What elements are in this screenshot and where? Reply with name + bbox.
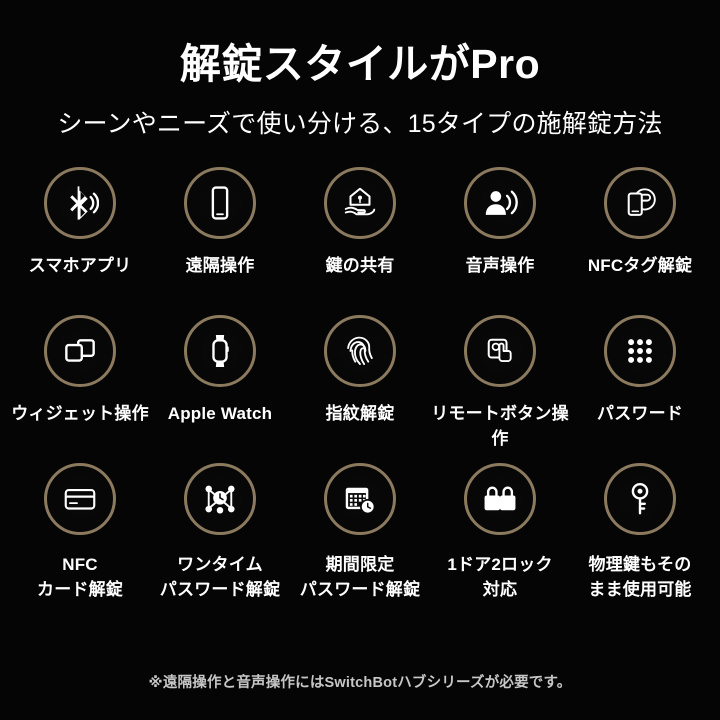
unlock-method-label: ワンタイム パスワード解錠 bbox=[159, 555, 281, 599]
promo-page: 解錠スタイルがPro シーンやニーズで使い分ける、15タイプの施解錠方法 スマホ… bbox=[0, 0, 720, 720]
icon-circle bbox=[44, 315, 116, 388]
icon-circle bbox=[44, 167, 116, 240]
unlock-method-label: NFCタグ解錠 bbox=[587, 256, 693, 276]
unlock-method-label: ウィジェット操作 bbox=[11, 404, 149, 424]
one-time-password-icon bbox=[205, 485, 235, 514]
unlock-method-label: 1ドア2ロック 対応 bbox=[447, 555, 553, 599]
unlock-method-label: パスワード bbox=[597, 404, 683, 424]
unlock-method-item: 遠隔操作 bbox=[150, 167, 290, 315]
apple-watch-icon bbox=[212, 335, 229, 368]
fingerprint-icon bbox=[347, 336, 373, 366]
icon-circle bbox=[324, 167, 396, 240]
unlock-method-label: 鍵の共有 bbox=[325, 256, 395, 276]
unlock-method-label: 音声操作 bbox=[465, 256, 535, 276]
nfc-tag-phone-icon bbox=[627, 188, 656, 216]
bluetooth-icon bbox=[70, 186, 99, 220]
unlock-method-item: リモートボタン操作 bbox=[430, 315, 570, 463]
keypad-dots-icon bbox=[628, 339, 652, 363]
physical-key-icon bbox=[631, 483, 649, 515]
voice-person-icon bbox=[485, 190, 518, 215]
unlock-method-label: Apple Watch bbox=[167, 404, 273, 424]
unlock-method-label: 指紋解錠 bbox=[325, 404, 395, 424]
nfc-card-icon bbox=[64, 489, 96, 510]
widget-squares-icon bbox=[65, 339, 95, 362]
icon-circle bbox=[324, 315, 396, 388]
remote-button-press-icon bbox=[487, 338, 512, 363]
unlock-method-label: 物理鍵もその まま使用可能 bbox=[588, 555, 692, 599]
unlock-method-item: NFC カード解錠 bbox=[10, 463, 150, 613]
unlock-method-item: NFCタグ解錠 bbox=[570, 167, 710, 315]
icon-circle bbox=[464, 167, 536, 240]
icon-circle bbox=[184, 167, 256, 240]
unlock-method-item: ワンタイム パスワード解錠 bbox=[150, 463, 290, 613]
icon-circle bbox=[44, 463, 116, 536]
unlock-method-item: 1ドア2ロック 対応 bbox=[430, 463, 570, 613]
page-title: 解錠スタイルがPro bbox=[179, 41, 541, 87]
unlock-method-item: 期間限定 パスワード解錠 bbox=[290, 463, 430, 613]
smartphone-icon bbox=[211, 186, 229, 220]
icon-circle bbox=[464, 463, 536, 536]
unlock-method-label: 期間限定 パスワード解錠 bbox=[299, 555, 421, 599]
unlock-method-item: パスワード bbox=[570, 315, 710, 463]
unlock-method-label: リモートボタン操作 bbox=[431, 404, 569, 448]
unlock-method-item: スマホアプリ bbox=[10, 167, 150, 315]
unlock-method-item: Apple Watch bbox=[150, 315, 290, 463]
unlock-methods-grid: スマホアプリ 遠隔操作 鍵の共有 音声操作 NFCタグ解錠 ウィジェット操作 A… bbox=[10, 167, 710, 613]
icon-circle bbox=[604, 463, 676, 536]
unlock-method-item: ウィジェット操作 bbox=[10, 315, 150, 463]
unlock-method-item: 物理鍵もその まま使用可能 bbox=[570, 463, 710, 613]
unlock-method-item: 鍵の共有 bbox=[290, 167, 430, 315]
hand-house-key-icon bbox=[344, 187, 376, 216]
icon-circle bbox=[324, 463, 396, 536]
unlock-method-label: NFC カード解錠 bbox=[37, 555, 123, 599]
page-subtitle: シーンやニーズで使い分ける、15タイプの施解錠方法 bbox=[57, 110, 663, 139]
icon-circle bbox=[604, 315, 676, 388]
icon-circle bbox=[184, 463, 256, 536]
double-lock-icon bbox=[484, 486, 516, 511]
footnote-text: ※遠隔操作と音声操作にはSwitchBotハブシリーズが必要です。 bbox=[148, 675, 572, 691]
calendar-clock-icon bbox=[345, 487, 376, 515]
unlock-method-item: 音声操作 bbox=[430, 167, 570, 315]
unlock-method-item: 指紋解錠 bbox=[290, 315, 430, 463]
icon-circle bbox=[604, 167, 676, 240]
unlock-method-label: 遠隔操作 bbox=[185, 256, 255, 276]
icon-circle bbox=[464, 315, 536, 388]
icon-circle bbox=[184, 315, 256, 388]
unlock-method-label: スマホアプリ bbox=[28, 256, 132, 276]
